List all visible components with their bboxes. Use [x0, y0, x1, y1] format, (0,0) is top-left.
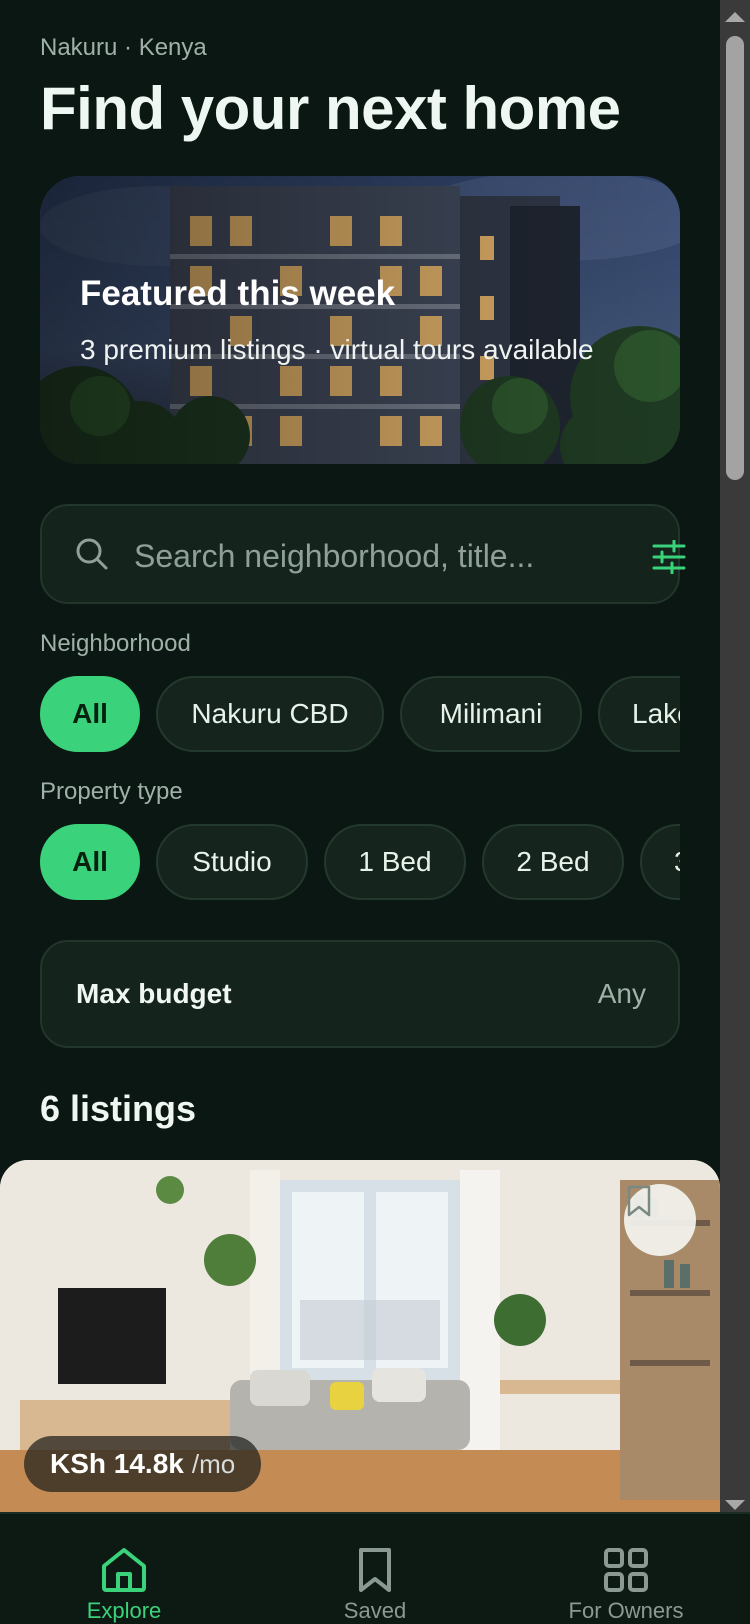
featured-title: Featured this week	[80, 274, 396, 313]
price-badge: KSh 14.8k /mo	[24, 1436, 262, 1492]
property-type-chips: All Studio 1 Bed 2 Bed 3	[40, 824, 680, 900]
chip-milimani[interactable]: Milimani	[400, 676, 582, 752]
chip-2-bed[interactable]: 2 Bed	[482, 824, 624, 900]
nav-saved-label: Saved	[343, 1598, 407, 1623]
nav-for-owners[interactable]: For Owners	[526, 1514, 726, 1624]
featured-banner[interactable]: Featured this week 3 premium listings · …	[40, 176, 680, 464]
listings-count: 6 listings	[40, 1088, 197, 1129]
filter-sliders-icon[interactable]	[652, 540, 686, 574]
home-icon	[102, 1548, 146, 1592]
scrollbar-thumb[interactable]	[726, 36, 744, 480]
search-input[interactable]	[134, 528, 604, 584]
chip-3-bed[interactable]: 3	[640, 824, 680, 900]
search-bar[interactable]	[40, 504, 686, 604]
chip-1-bed[interactable]: 1 Bed	[324, 824, 466, 900]
listing-price: KSh 14.8k	[50, 1448, 184, 1479]
scroll-content: Nakuru · Kenya Find your next home Featu…	[0, 0, 720, 1512]
grid-icon	[604, 1548, 648, 1592]
bookmark-icon	[627, 1185, 651, 1217]
nav-explore-label: Explore	[86, 1598, 162, 1623]
nav-for-owners-label: For Owners	[568, 1598, 684, 1623]
banner-overlay	[40, 176, 680, 464]
location-label: Nakuru · Kenya	[40, 34, 207, 61]
search-icon	[76, 538, 108, 570]
budget-value: Any	[597, 978, 646, 1009]
scroll-up-arrow[interactable]	[725, 12, 745, 22]
nav-saved[interactable]: Saved	[275, 1514, 475, 1624]
bookmark-icon	[359, 1548, 391, 1592]
scroll-down-arrow[interactable]	[725, 1500, 745, 1510]
neighborhood-chips: All Nakuru CBD Milimani Lake	[40, 676, 680, 752]
chip-studio[interactable]: Studio	[156, 824, 308, 900]
price-unit: /mo	[191, 1448, 236, 1479]
bottom-nav: Explore Saved For Owners	[0, 1512, 750, 1624]
neighborhood-label: Neighborhood	[40, 630, 191, 657]
app-screen: Nakuru · Kenya Find your next home Featu…	[0, 0, 750, 1624]
listing-card[interactable]: KSh 14.8k /mo	[0, 1160, 720, 1512]
chip-lake[interactable]: Lake	[598, 676, 680, 752]
property-type-label: Property type	[40, 778, 183, 805]
nav-explore[interactable]: Explore	[24, 1514, 224, 1624]
featured-subtitle: 3 premium listings · virtual tours avail…	[80, 334, 594, 365]
budget-label: Max budget	[76, 978, 232, 1009]
chip-type-all[interactable]: All	[40, 824, 140, 900]
chip-nakuru-cbd[interactable]: Nakuru CBD	[156, 676, 384, 752]
max-budget-selector[interactable]: Max budget Any	[40, 940, 680, 1048]
page-title: Find your next home	[40, 75, 621, 142]
save-listing-button[interactable]	[624, 1184, 696, 1256]
chip-neighborhood-all[interactable]: All	[40, 676, 140, 752]
